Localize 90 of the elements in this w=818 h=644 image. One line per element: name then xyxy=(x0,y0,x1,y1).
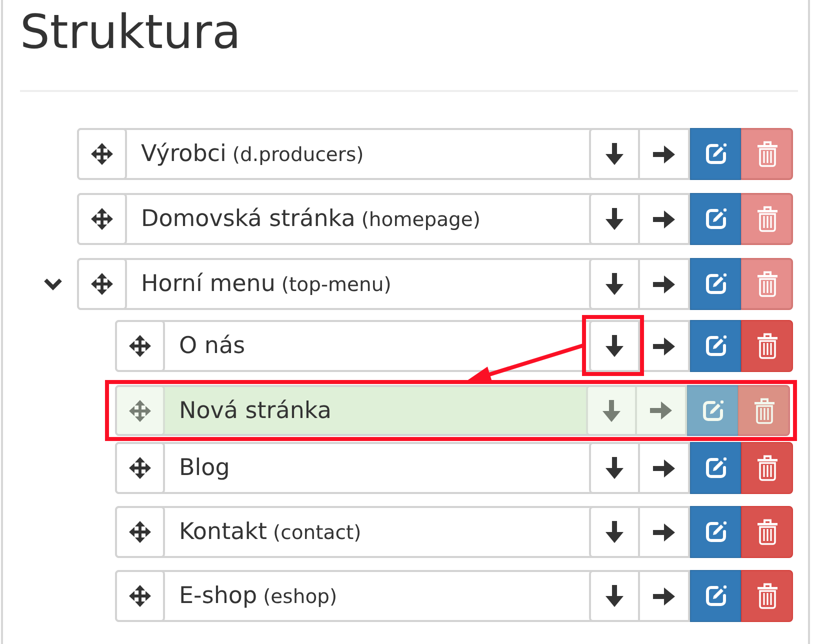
arrow-right-icon xyxy=(650,401,672,420)
arrow-down-icon xyxy=(605,585,624,607)
page-slug: (top-menu) xyxy=(281,273,392,296)
move-down-button[interactable] xyxy=(589,570,640,622)
arrow-right-icon xyxy=(653,458,675,478)
edit-icon xyxy=(704,142,728,166)
drag-handle[interactable] xyxy=(77,128,127,180)
edit-icon xyxy=(704,520,728,544)
edit-button[interactable] xyxy=(690,128,741,180)
arrow-right-icon xyxy=(653,522,675,542)
drag-handle[interactable] xyxy=(115,506,165,558)
drag-handle[interactable] xyxy=(115,320,165,372)
edit-icon xyxy=(704,334,728,358)
page-slug: (d.producers) xyxy=(232,143,364,166)
trash-icon xyxy=(756,583,778,609)
tree-row[interactable]: Nová stránka xyxy=(115,385,790,436)
page-name: Výrobci xyxy=(141,141,226,167)
trash-icon xyxy=(756,455,778,481)
arrow-down-icon xyxy=(605,521,624,543)
edit-icon xyxy=(704,207,728,231)
move-down-button[interactable] xyxy=(589,258,640,310)
move-down-button[interactable] xyxy=(589,506,640,558)
arrow-down-icon xyxy=(602,400,621,422)
delete-button[interactable] xyxy=(741,442,793,494)
page-name: Domovská stránka xyxy=(141,206,356,232)
arrow-right-icon xyxy=(653,336,675,356)
trash-icon xyxy=(756,519,778,545)
move-down-button[interactable] xyxy=(589,320,640,372)
move-down-button[interactable] xyxy=(589,442,640,494)
tree-row[interactable]: Blog xyxy=(115,442,793,494)
edit-button[interactable] xyxy=(690,193,741,245)
edit-icon xyxy=(704,272,728,296)
move-arrows-icon xyxy=(129,521,151,543)
delete-button[interactable] xyxy=(738,385,790,436)
arrow-right-icon xyxy=(653,586,675,606)
edit-button[interactable] xyxy=(687,385,738,436)
drag-handle[interactable] xyxy=(115,570,165,622)
page-name: Nová stránka xyxy=(179,398,332,424)
edit-button[interactable] xyxy=(690,506,741,558)
trash-icon xyxy=(756,206,778,232)
trash-icon xyxy=(754,398,774,424)
tree-row[interactable]: Výrobci (d.producers) xyxy=(77,128,793,180)
page-name: Blog xyxy=(179,455,230,481)
tree-row[interactable]: Kontakt (contact) xyxy=(115,506,793,558)
drag-handle[interactable] xyxy=(77,258,127,310)
move-arrows-icon xyxy=(129,400,151,422)
arrow-down-icon xyxy=(605,143,624,165)
drag-handle[interactable] xyxy=(77,193,127,245)
move-arrows-icon xyxy=(129,457,151,479)
trash-icon xyxy=(756,271,778,297)
delete-button[interactable] xyxy=(741,320,793,372)
arrow-right-icon xyxy=(653,274,675,294)
page-slug: (contact) xyxy=(273,521,362,544)
move-arrows-icon xyxy=(129,335,151,357)
trash-icon xyxy=(756,333,778,359)
arrow-down-icon xyxy=(605,273,624,295)
move-arrows-icon xyxy=(91,208,113,230)
page-slug: (eshop) xyxy=(263,585,338,608)
arrow-right-icon xyxy=(653,210,675,228)
edit-button[interactable] xyxy=(690,258,741,310)
page-name: Kontakt xyxy=(179,519,268,545)
tree-row[interactable]: Domovská stránka (homepage) xyxy=(77,193,793,245)
delete-button[interactable] xyxy=(741,570,793,622)
page-heading: Struktura xyxy=(20,9,241,56)
page-name: O nás xyxy=(179,333,246,359)
arrow-down-icon xyxy=(605,457,624,479)
page-name: E-shop xyxy=(179,583,258,609)
tree-row[interactable]: Horní menu (top-menu) xyxy=(77,258,793,310)
trash-icon xyxy=(756,141,778,167)
edit-icon xyxy=(700,398,724,422)
chevron-down-icon[interactable] xyxy=(44,278,62,290)
move-arrows-icon xyxy=(91,143,113,165)
drag-handle[interactable] xyxy=(115,385,165,436)
arrow-down-icon xyxy=(605,208,624,230)
move-down-button[interactable] xyxy=(589,128,640,180)
edit-button[interactable] xyxy=(690,320,741,372)
edit-button[interactable] xyxy=(690,442,741,494)
page-slug: (homepage) xyxy=(361,208,481,231)
drag-handle[interactable] xyxy=(115,442,165,494)
move-arrows-icon xyxy=(91,273,113,295)
move-arrows-icon xyxy=(129,585,151,607)
move-down-button[interactable] xyxy=(589,193,640,245)
edit-button[interactable] xyxy=(690,570,741,622)
arrow-down-icon xyxy=(605,335,624,357)
tree-row[interactable]: E-shop (eshop) xyxy=(115,570,793,622)
arrow-right-icon xyxy=(653,144,675,164)
edit-icon xyxy=(704,456,728,480)
edit-icon xyxy=(704,584,728,608)
delete-button[interactable] xyxy=(741,506,793,558)
page-name: Horní menu xyxy=(141,271,276,297)
